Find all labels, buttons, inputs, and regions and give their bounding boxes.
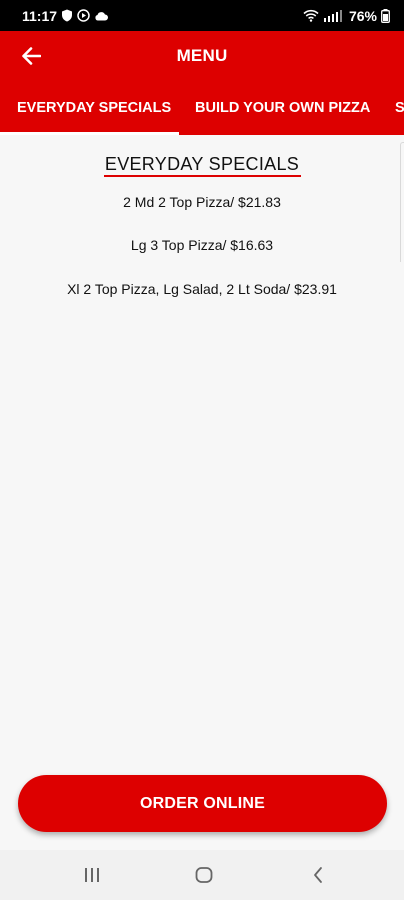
section-title: EVERYDAY SPECIALS xyxy=(104,154,300,174)
battery-icon xyxy=(381,8,390,23)
tab-bar: EVERYDAY SPECIALS BUILD YOUR OWN PIZZA S xyxy=(0,81,404,135)
system-nav-bar xyxy=(0,850,404,900)
page-title: MENU xyxy=(176,46,228,65)
special-item: Lg 3 Top Pizza/ $16.63 xyxy=(130,237,274,253)
chevron-left-icon xyxy=(311,866,325,884)
cloud-icon xyxy=(94,11,109,21)
signal-icon xyxy=(323,9,345,22)
specials-content: EVERYDAY SPECIALS 2 Md 2 Top Pizza/ $21.… xyxy=(0,135,404,775)
battery-percent: 76% xyxy=(348,7,377,24)
tab-partial[interactable]: S xyxy=(395,81,404,135)
status-right: 76% xyxy=(303,8,390,24)
status-time: 11:17 xyxy=(22,7,58,24)
scroll-edge xyxy=(400,142,404,262)
recents-button[interactable] xyxy=(77,863,107,887)
status-bar: 11:17 76% xyxy=(0,0,404,31)
play-circle-icon xyxy=(77,9,90,22)
order-online-button[interactable]: ORDER ONLINE xyxy=(18,775,387,832)
home-button[interactable] xyxy=(189,863,219,887)
system-back-button[interactable] xyxy=(303,863,333,887)
section-underline xyxy=(104,175,301,177)
shield-icon xyxy=(61,9,73,22)
wifi-icon xyxy=(303,9,319,22)
home-icon xyxy=(194,866,214,884)
screen: 11:17 76% MENU EVERYDAY SPECIALS BUILD Y… xyxy=(0,0,404,900)
status-left: 11:17 xyxy=(22,7,109,24)
tab-everyday-specials[interactable]: EVERYDAY SPECIALS xyxy=(17,81,171,135)
special-item: 2 Md 2 Top Pizza/ $21.83 xyxy=(123,194,281,210)
tab-build-your-own-pizza[interactable]: BUILD YOUR OWN PIZZA xyxy=(195,81,370,135)
recents-icon xyxy=(83,867,101,883)
app-bar: MENU xyxy=(0,31,404,81)
special-item: Xl 2 Top Pizza, Lg Salad, 2 Lt Soda/ $23… xyxy=(67,281,337,297)
